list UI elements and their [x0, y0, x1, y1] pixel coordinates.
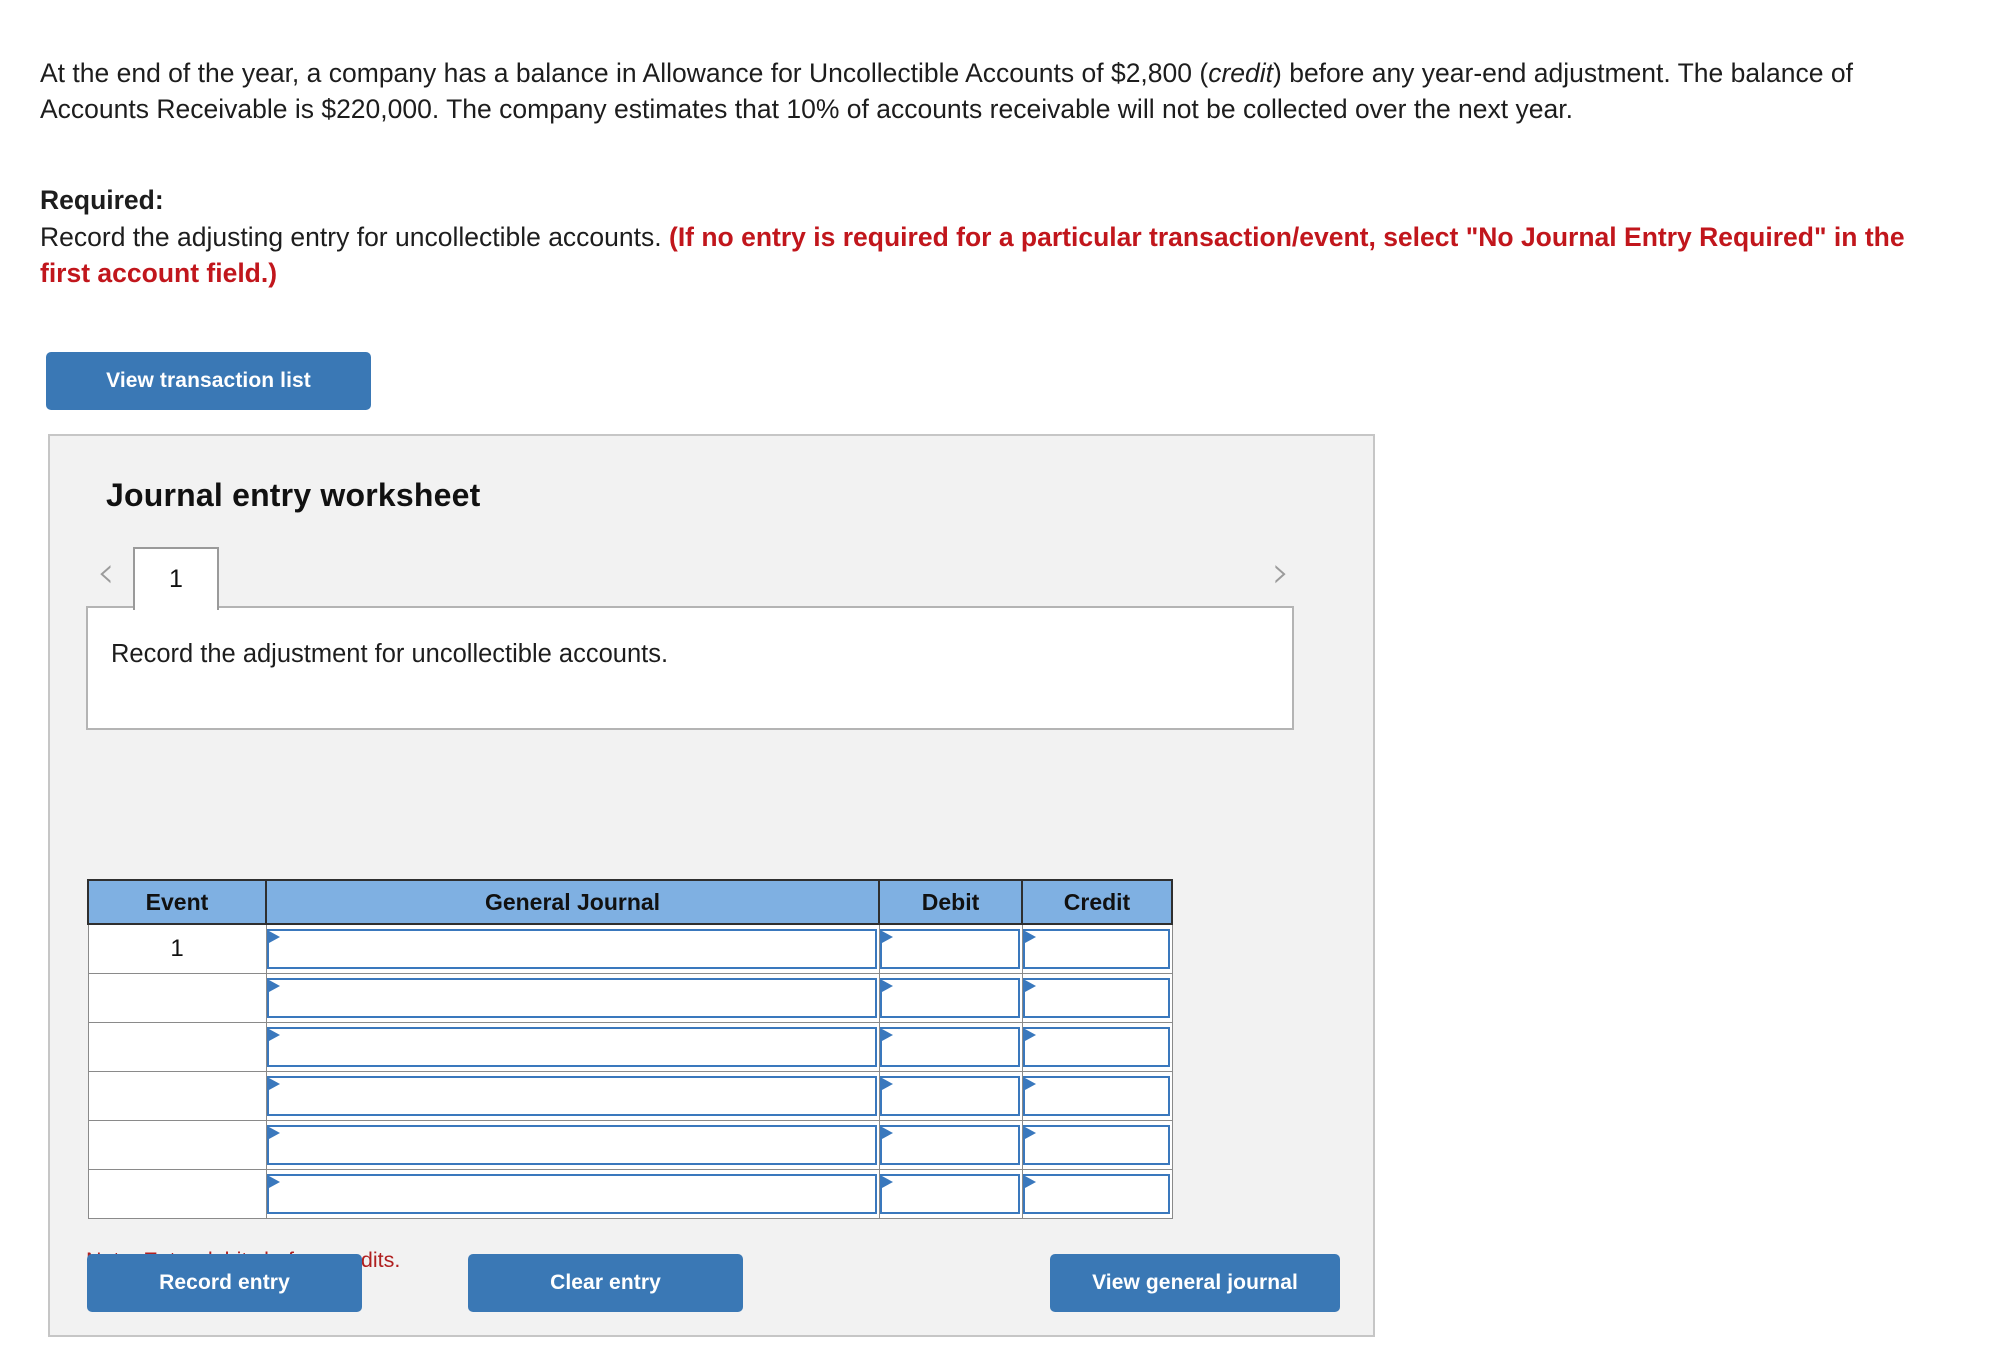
event-number-cell — [87, 1022, 267, 1072]
credit-cell[interactable] — [1021, 973, 1173, 1023]
credit-input-field[interactable] — [1022, 929, 1170, 969]
general-journal-cell[interactable] — [265, 1071, 880, 1121]
worksheet-title: Journal entry worksheet — [106, 477, 481, 513]
view-transaction-list-button[interactable]: View transaction list — [46, 352, 371, 410]
debit-cell[interactable] — [878, 923, 1023, 974]
account-select-field[interactable] — [266, 929, 877, 969]
debit-input-field[interactable] — [879, 1125, 1020, 1165]
worksheet-tab-1[interactable]: 1 — [133, 547, 219, 610]
debit-input-field[interactable] — [879, 978, 1020, 1018]
event-number-cell — [87, 973, 267, 1023]
journal-entry-table-body: 1 — [87, 923, 1173, 1219]
required-label: Required: — [40, 185, 164, 215]
general-journal-cell[interactable] — [265, 1022, 880, 1072]
debit-cell[interactable] — [878, 1022, 1023, 1072]
problem-statement: At the end of the year, a company has a … — [40, 55, 1900, 128]
journal-entry-worksheet-panel: Journal entry worksheet ‹ 1 › Record the… — [48, 434, 1375, 1337]
required-instruction: Record the adjusting entry for uncollect… — [40, 221, 669, 252]
worksheet-tabstrip: ‹ 1 › — [50, 547, 1373, 610]
transaction-description-text: Record the adjustment for uncollectible … — [111, 640, 669, 668]
view-general-journal-button[interactable]: View general journal — [1050, 1254, 1340, 1312]
table-row — [87, 1169, 1173, 1219]
table-row — [87, 1022, 1173, 1072]
event-number-cell — [87, 1071, 267, 1121]
debit-input-field[interactable] — [879, 929, 1020, 969]
table-row — [87, 973, 1173, 1023]
credit-input-field[interactable] — [1022, 1125, 1170, 1165]
journal-entry-table: Event General Journal Debit Credit 1 — [87, 879, 1173, 1219]
credit-input-field[interactable] — [1022, 1076, 1170, 1116]
column-header-debit: Debit — [878, 879, 1023, 925]
column-header-general-journal: General Journal — [265, 879, 880, 925]
general-journal-cell[interactable] — [265, 973, 880, 1023]
credit-cell[interactable] — [1021, 1169, 1173, 1219]
credit-cell[interactable] — [1021, 1120, 1173, 1170]
credit-input-field[interactable] — [1022, 1027, 1170, 1067]
credit-input-field[interactable] — [1022, 978, 1170, 1018]
event-number-cell — [87, 1120, 267, 1170]
general-journal-cell[interactable] — [265, 1169, 880, 1219]
credit-input-field[interactable] — [1022, 1174, 1170, 1214]
debit-cell[interactable] — [878, 1120, 1023, 1170]
debit-cell[interactable] — [878, 1071, 1023, 1121]
column-header-event: Event — [87, 879, 267, 925]
debit-input-field[interactable] — [879, 1076, 1020, 1116]
problem-text-italic: credit — [1208, 57, 1274, 88]
account-select-field[interactable] — [266, 1125, 877, 1165]
general-journal-cell[interactable] — [265, 923, 880, 974]
debit-cell[interactable] — [878, 1169, 1023, 1219]
event-number-cell: 1 — [87, 923, 267, 974]
event-number-cell — [87, 1169, 267, 1219]
account-select-field[interactable] — [266, 978, 877, 1018]
record-entry-button[interactable]: Record entry — [87, 1254, 362, 1312]
required-block: Required: Record the adjusting entry for … — [40, 182, 1940, 292]
general-journal-cell[interactable] — [265, 1120, 880, 1170]
credit-cell[interactable] — [1021, 923, 1173, 974]
problem-text-part1: At the end of the year, a company has a … — [40, 57, 1209, 88]
debit-cell[interactable] — [878, 973, 1023, 1023]
column-header-credit: Credit — [1021, 879, 1173, 925]
transaction-description-panel: Record the adjustment for uncollectible … — [86, 606, 1294, 730]
credit-cell[interactable] — [1021, 1022, 1173, 1072]
account-select-field[interactable] — [266, 1076, 877, 1116]
credit-cell[interactable] — [1021, 1071, 1173, 1121]
table-row — [87, 1120, 1173, 1170]
account-select-field[interactable] — [266, 1174, 877, 1214]
chevron-left-icon[interactable]: ‹ — [97, 551, 115, 595]
debit-input-field[interactable] — [879, 1174, 1020, 1214]
debit-input-field[interactable] — [879, 1027, 1020, 1067]
chevron-right-icon[interactable]: › — [1272, 551, 1290, 595]
table-header-row: Event General Journal Debit Credit — [87, 879, 1173, 925]
clear-entry-button[interactable]: Clear entry — [468, 1254, 743, 1312]
table-row: 1 — [87, 923, 1173, 974]
account-select-field[interactable] — [266, 1027, 877, 1067]
table-row — [87, 1071, 1173, 1121]
